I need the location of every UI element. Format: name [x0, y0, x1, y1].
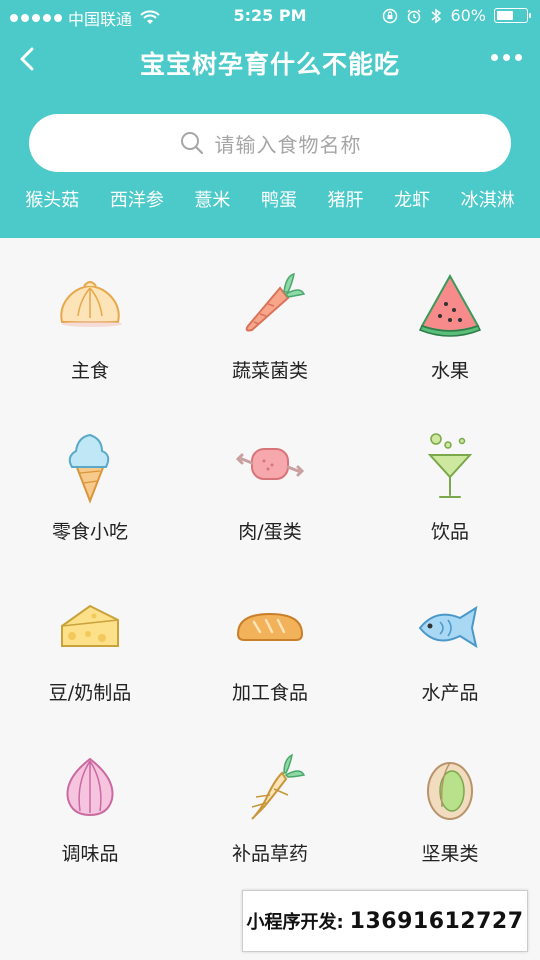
category-processed[interactable]: 加工食品 — [180, 560, 360, 721]
category-label: 水产品 — [421, 682, 479, 704]
bluetooth-icon — [431, 8, 442, 23]
category-label: 加工食品 — [231, 682, 308, 704]
category-label: 零食小吃 — [51, 521, 128, 543]
category-vegetables[interactable]: 蔬菜菌类 — [180, 238, 360, 399]
category-label: 蔬菜菌类 — [231, 360, 308, 382]
category-label: 肉/蛋类 — [238, 521, 302, 543]
header: 宝宝树孕育什么不能吃 请输入食物名称 猴头菇 西洋参 薏米 鸭蛋 猪肝 龙虾 冰… — [0, 32, 540, 238]
category-fruit[interactable]: 水果 — [360, 238, 540, 399]
hot-tag[interactable]: 猴头菇 — [25, 186, 79, 212]
hot-tag[interactable]: 冰淇淋 — [461, 186, 515, 212]
hot-tag[interactable]: 鸭蛋 — [261, 186, 297, 212]
cocktail-icon — [427, 433, 473, 498]
developer-phone: 13691612727 — [349, 908, 524, 934]
hot-tag[interactable]: 猪肝 — [328, 186, 364, 212]
category-label: 补品草药 — [231, 843, 308, 865]
category-nuts[interactable]: 坚果类 — [360, 721, 540, 882]
ice-cream-icon — [68, 433, 110, 504]
alarm-icon — [407, 8, 421, 23]
category-seafood[interactable]: 水产品 — [360, 560, 540, 721]
developer-label: 小程序开发: — [246, 912, 344, 933]
hot-tag[interactable]: 西洋参 — [110, 186, 164, 212]
category-tonics[interactable]: 补品草药 — [180, 721, 360, 882]
category-dairy[interactable]: 豆/奶制品 — [0, 560, 180, 721]
hot-tag[interactable]: 薏米 — [194, 186, 230, 212]
category-label: 主食 — [70, 360, 109, 382]
status-bar: 中国联通 5:25 PM 60% — [0, 0, 540, 32]
hot-tag[interactable]: 龙虾 — [394, 186, 430, 212]
search-icon — [180, 132, 203, 155]
ginseng-icon — [251, 753, 306, 820]
category-label: 饮品 — [430, 521, 469, 543]
category-drinks[interactable]: 饮品 — [360, 399, 540, 560]
search-placeholder: 请输入食物名称 — [214, 132, 362, 157]
battery-percent: 60% — [450, 6, 486, 25]
fish-icon — [418, 605, 478, 649]
battery-level — [497, 11, 514, 20]
more-dots-icon[interactable] — [491, 54, 522, 61]
developer-contact-banner: 小程序开发: 13691612727 — [242, 890, 528, 952]
watermelon-icon — [418, 273, 482, 337]
hot-tags: 猴头菇 西洋参 薏米 鸭蛋 猪肝 龙虾 冰淇淋 — [0, 186, 540, 212]
nav-bar: 宝宝树孕育什么不能吃 — [0, 32, 540, 90]
bread-icon — [236, 612, 304, 641]
category-snacks[interactable]: 零食小吃 — [0, 399, 180, 560]
search-input[interactable]: 请输入食物名称 — [29, 114, 511, 172]
status-right: 60% — [382, 6, 531, 25]
category-grid: 主食 蔬菜菌类 水果 零食小吃 肉/蛋类 饮品 豆/奶制品 加工食品 水产品 调… — [0, 238, 540, 882]
category-label: 水果 — [430, 360, 469, 382]
onion-icon — [66, 757, 114, 817]
category-label: 调味品 — [61, 843, 119, 865]
battery-icon — [494, 8, 531, 23]
steamed-bun-icon — [60, 281, 122, 327]
meat-icon — [235, 448, 305, 480]
category-meat-egg[interactable]: 肉/蛋类 — [180, 399, 360, 560]
page-title: 宝宝树孕育什么不能吃 — [139, 50, 400, 79]
category-staple[interactable]: 主食 — [0, 238, 180, 399]
cheese-icon — [61, 604, 119, 647]
carrot-icon — [245, 272, 306, 332]
category-seasoning[interactable]: 调味品 — [0, 721, 180, 882]
category-label: 豆/奶制品 — [48, 682, 132, 704]
rotation-lock-icon — [383, 8, 398, 23]
category-label: 坚果类 — [421, 843, 479, 865]
pistachio-icon — [427, 762, 473, 820]
